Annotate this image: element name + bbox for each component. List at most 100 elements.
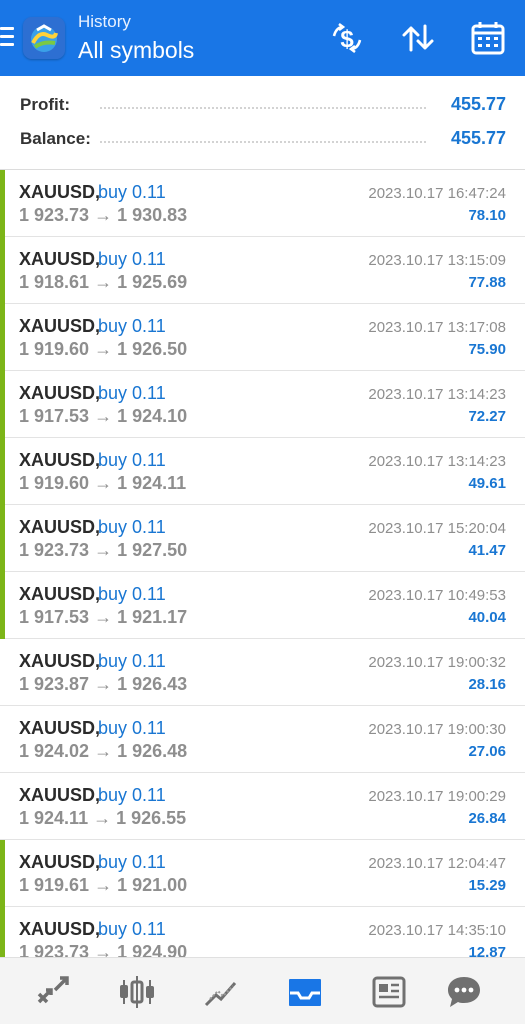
trade-time: 2023.10.17 13:15:09 <box>368 252 506 269</box>
trade-time: 2023.10.17 13:14:23 <box>368 453 506 470</box>
trade-prices: 1 923.73 → 1 927.50 <box>19 540 188 560</box>
menu-icon[interactable] <box>0 27 14 49</box>
trade-symbol: XAUUSD, <box>19 785 101 805</box>
profit-indicator-bar <box>0 505 5 572</box>
trade-profit: 27.06 <box>468 743 506 760</box>
trade-time: 2023.10.17 10:49:53 <box>368 587 506 604</box>
top-app-bar: History All symbols $ <box>0 0 525 76</box>
profit-value: 455.77 <box>444 94 506 115</box>
trade-prices: 1 917.53 → 1 921.17 <box>19 607 188 627</box>
dollar-sync-icon[interactable]: $ <box>327 18 367 58</box>
trade-side-volume: buy 0.11 <box>98 450 166 470</box>
trade-row[interactable]: XAUUSD, buy 0.11 1 923.73 → 1 924.90 2023.1… <box>0 907 525 957</box>
trade-row[interactable]: XAUUSD, buy 0.11 1 923.73 → 1 927.50 2023.1… <box>0 505 525 572</box>
trade-prices: 1 923.73 → 1 924.90 <box>19 942 188 957</box>
profit-indicator-bar <box>0 371 5 438</box>
trade-row[interactable]: XAUUSD, buy 0.11 1 924.02 → 1 926.48 2023.1… <box>0 706 525 773</box>
trade-profit: 78.10 <box>468 207 506 224</box>
trade-row[interactable]: XAUUSD, buy 0.11 1 919.60 → 1 924.11 2023.1… <box>0 438 525 505</box>
balance-value: 455.77 <box>444 128 506 149</box>
profit-indicator-bar <box>0 907 5 957</box>
trade-profit: 77.88 <box>468 274 506 291</box>
candlestick-chart-icon[interactable] <box>117 972 157 1012</box>
trade-side-volume: buy 0.11 <box>98 919 166 939</box>
profit-indicator-bar <box>0 840 5 907</box>
profit-indicator-bar <box>0 438 5 505</box>
trade-symbol: XAUUSD, <box>19 383 101 403</box>
trade-history-list[interactable]: XAUUSD, buy 0.11 1 923.73 → 1 930.83 2023.1… <box>0 170 525 957</box>
profit-label: Profit: <box>20 95 77 115</box>
trade-row[interactable]: XAUUSD, buy 0.11 1 924.11 → 1 926.55 2023.1… <box>0 773 525 840</box>
trade-side-volume: buy 0.11 <box>98 651 166 671</box>
trade-side-volume: buy 0.11 <box>98 383 166 403</box>
trade-prices: 1 917.53 → 1 924.10 <box>19 406 188 426</box>
trade-time: 2023.10.17 16:47:24 <box>368 185 506 202</box>
trade-time: 2023.10.17 19:00:30 <box>368 721 506 738</box>
profit-indicator-bar <box>0 572 5 639</box>
trade-prices: 1 924.02 → 1 926.48 <box>19 741 188 761</box>
trade-prices: 1 919.60 → 1 926.50 <box>19 339 188 359</box>
trade-symbol: XAUUSD, <box>19 919 101 939</box>
trade-row[interactable]: XAUUSD, buy 0.11 1 923.87 → 1 926.43 2023.1… <box>0 639 525 706</box>
trade-time: 2023.10.17 13:17:08 <box>368 319 506 336</box>
trade-row[interactable]: XAUUSD, buy 0.11 1 917.53 → 1 924.10 2023.1… <box>0 371 525 438</box>
profit-indicator-bar <box>0 170 5 237</box>
balance-label: Balance: <box>20 129 97 149</box>
trade-profit: 41.47 <box>468 542 506 559</box>
trade-symbol: XAUUSD, <box>19 450 101 470</box>
trade-symbol: XAUUSD, <box>19 517 101 537</box>
trade-side-volume: buy 0.11 <box>98 852 166 872</box>
trade-side-volume: buy 0.11 <box>98 182 166 202</box>
trade-prices: 1 923.73 → 1 930.83 <box>19 205 188 225</box>
trade-symbol: XAUUSD, <box>19 182 101 202</box>
trade-symbol: XAUUSD, <box>19 584 101 604</box>
dotted-leader <box>100 107 426 109</box>
profit-row: Profit: 455.77 <box>20 91 506 121</box>
trade-side-volume: buy 0.11 <box>98 316 166 336</box>
trade-time: 2023.10.17 19:00:29 <box>368 788 506 805</box>
trade-side-volume: buy 0.11 <box>98 249 166 269</box>
trade-symbol: XAUUSD, <box>19 249 101 269</box>
trade-row[interactable]: XAUUSD, buy 0.11 1 919.60 → 1 926.50 2023.1… <box>0 304 525 371</box>
trade-prices: 1 918.61 → 1 925.69 <box>19 272 188 292</box>
trade-row[interactable]: XAUUSD, buy 0.11 1 923.73 → 1 930.83 2023.1… <box>0 170 525 237</box>
trade-row[interactable]: XAUUSD, buy 0.11 1 918.61 → 1 925.69 2023.1… <box>0 237 525 304</box>
trade-profit: 12.87 <box>468 944 506 957</box>
trade-side-volume: buy 0.11 <box>98 584 166 604</box>
profit-indicator-bar <box>0 304 5 371</box>
calendar-icon[interactable] <box>468 18 508 58</box>
profit-indicator-bar <box>0 237 5 304</box>
sort-arrows-icon[interactable] <box>398 18 438 58</box>
trade-time: 2023.10.17 15:20:04 <box>368 520 506 537</box>
quotes-icon[interactable] <box>33 972 73 1012</box>
trade-prices: 1 919.60 → 1 924.11 <box>19 473 187 493</box>
trade-profit: 75.90 <box>468 341 506 358</box>
trade-time: 2023.10.17 12:04:47 <box>368 855 506 872</box>
header-subtitle: History <box>78 12 131 31</box>
trade-profit: 49.61 <box>468 475 506 492</box>
trade-side-volume: buy 0.11 <box>98 517 166 537</box>
trade-row[interactable]: XAUUSD, buy 0.11 1 917.53 → 1 921.17 2023.1… <box>0 572 525 639</box>
trade-icon[interactable] <box>201 972 241 1012</box>
trade-prices: 1 923.87 → 1 926.43 <box>19 674 188 694</box>
trade-symbol: XAUUSD, <box>19 852 101 872</box>
trade-side-volume: buy 0.11 <box>98 718 166 738</box>
header-title: All symbols <box>78 37 195 63</box>
trade-symbol: XAUUSD, <box>19 316 101 336</box>
summary-panel: Profit: 455.77 Balance: 455.77 <box>0 76 525 170</box>
trade-symbol: XAUUSD, <box>19 651 101 671</box>
chat-icon[interactable] <box>444 972 484 1012</box>
trade-time: 2023.10.17 13:14:23 <box>368 386 506 403</box>
trade-prices: 1 919.61 → 1 921.00 <box>19 875 188 895</box>
balance-row: Balance: 455.77 <box>20 125 506 155</box>
history-inbox-icon[interactable] <box>285 972 325 1012</box>
news-icon[interactable] <box>369 972 409 1012</box>
dotted-leader <box>100 141 426 143</box>
trade-prices: 1 924.11 → 1 926.55 <box>19 808 187 828</box>
trade-profit: 40.04 <box>468 609 506 626</box>
trade-profit: 72.27 <box>468 408 506 425</box>
trade-row[interactable]: XAUUSD, buy 0.11 1 919.61 → 1 921.00 2023.1… <box>0 840 525 907</box>
trade-profit: 15.29 <box>468 877 506 894</box>
trade-profit: 28.16 <box>468 676 506 693</box>
trade-profit: 26.84 <box>468 810 506 827</box>
